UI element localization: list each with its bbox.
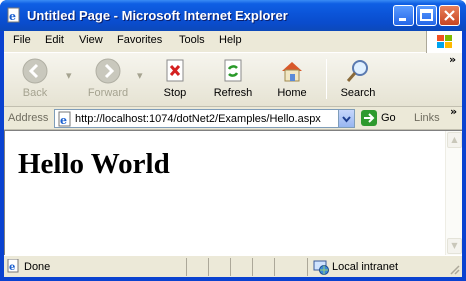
address-url: http://localhost:1074/dotNet2/Examples/H… xyxy=(75,113,321,125)
status-pane-divider xyxy=(274,258,275,276)
home-label: Home xyxy=(277,87,307,99)
stop-label: Stop xyxy=(163,87,187,99)
minimize-button[interactable] xyxy=(393,5,414,26)
go-button[interactable]: Go xyxy=(359,109,409,128)
go-arrow-icon xyxy=(361,110,377,126)
status-pane-divider xyxy=(230,258,231,276)
status-pane-divider xyxy=(252,258,253,276)
chevron-down-icon xyxy=(342,116,351,123)
title-bar[interactable]: e Untitled Page - Microsoft Internet Exp… xyxy=(0,0,466,31)
stop-button[interactable]: Stop xyxy=(152,56,198,102)
maximize-button[interactable] xyxy=(416,5,437,26)
address-dropdown-button[interactable] xyxy=(338,110,354,127)
close-icon xyxy=(444,10,455,21)
stop-icon xyxy=(166,59,184,82)
ie-page-icon: e xyxy=(7,7,20,23)
svg-text:e: e xyxy=(9,10,16,23)
menu-bar: File Edit View Favorites Tools Help xyxy=(4,31,462,53)
page-done-icon: e xyxy=(7,259,19,273)
status-pane-divider xyxy=(186,258,187,276)
page-ie-icon: e xyxy=(58,111,71,127)
refresh-icon xyxy=(224,59,242,82)
page-heading: Hello World xyxy=(18,148,170,180)
links-overflow-icon[interactable]: » xyxy=(450,105,457,118)
toolbar-separator xyxy=(326,59,327,99)
browser-window: e Untitled Page - Microsoft Internet Exp… xyxy=(0,0,466,281)
links-toolbar[interactable]: Links xyxy=(414,112,440,124)
back-label: Back xyxy=(22,87,48,99)
security-zone-text: Local intranet xyxy=(332,261,399,273)
address-bar: Address e http://localhost:1074/dotNet2/… xyxy=(4,105,462,130)
close-button[interactable] xyxy=(439,5,460,26)
status-pane-divider xyxy=(307,258,308,276)
forward-button[interactable]: Forward xyxy=(80,56,136,102)
forward-arrow-icon xyxy=(95,58,121,84)
go-label: Go xyxy=(381,112,396,124)
menu-tools[interactable]: Tools xyxy=(179,34,205,46)
status-text: Done xyxy=(24,261,51,273)
address-label: Address xyxy=(8,112,49,124)
back-button[interactable]: Back xyxy=(10,56,60,102)
home-icon xyxy=(282,62,302,82)
back-dropdown-icon[interactable]: ▾ xyxy=(66,69,72,82)
refresh-label: Refresh xyxy=(213,87,253,99)
menu-help[interactable]: Help xyxy=(219,34,242,46)
scroll-up-icon[interactable]: ▲ xyxy=(447,132,462,148)
status-bar: e Done Local intranet xyxy=(4,255,462,277)
forward-dropdown-icon[interactable]: ▾ xyxy=(137,69,143,82)
standard-toolbar: Back ▾ Forward ▾ Stop Refresh Home Searc… xyxy=(4,53,462,107)
minimize-icon xyxy=(399,18,406,21)
status-pane-divider xyxy=(208,258,209,276)
search-label: Search xyxy=(340,87,376,99)
home-button[interactable]: Home xyxy=(268,56,316,102)
svg-text:e: e xyxy=(60,114,67,127)
menu-file[interactable]: File xyxy=(13,34,31,46)
menu-favorites[interactable]: Favorites xyxy=(117,34,162,46)
menu-view[interactable]: View xyxy=(79,34,103,46)
search-icon xyxy=(346,60,368,82)
svg-text:e: e xyxy=(9,262,15,273)
address-input[interactable]: e http://localhost:1074/dotNet2/Examples… xyxy=(54,109,355,128)
refresh-button[interactable]: Refresh xyxy=(208,56,258,102)
resize-grip-icon[interactable] xyxy=(448,263,460,275)
menu-edit[interactable]: Edit xyxy=(45,34,64,46)
windows-flag-icon xyxy=(437,35,452,48)
window-title: Untitled Page - Microsoft Internet Explo… xyxy=(27,8,288,23)
page-content: Hello World ▲ ▼ xyxy=(4,130,462,255)
search-button[interactable]: Search xyxy=(336,56,380,102)
vertical-scrollbar[interactable]: ▲ ▼ xyxy=(445,131,462,255)
intranet-globe-icon xyxy=(313,260,329,275)
toolbar-overflow-icon[interactable]: » xyxy=(449,53,456,66)
scroll-down-icon[interactable]: ▼ xyxy=(447,238,462,254)
windows-logo xyxy=(426,31,462,53)
maximize-icon xyxy=(420,9,433,21)
back-arrow-icon xyxy=(22,58,48,84)
forward-label: Forward xyxy=(87,87,129,99)
